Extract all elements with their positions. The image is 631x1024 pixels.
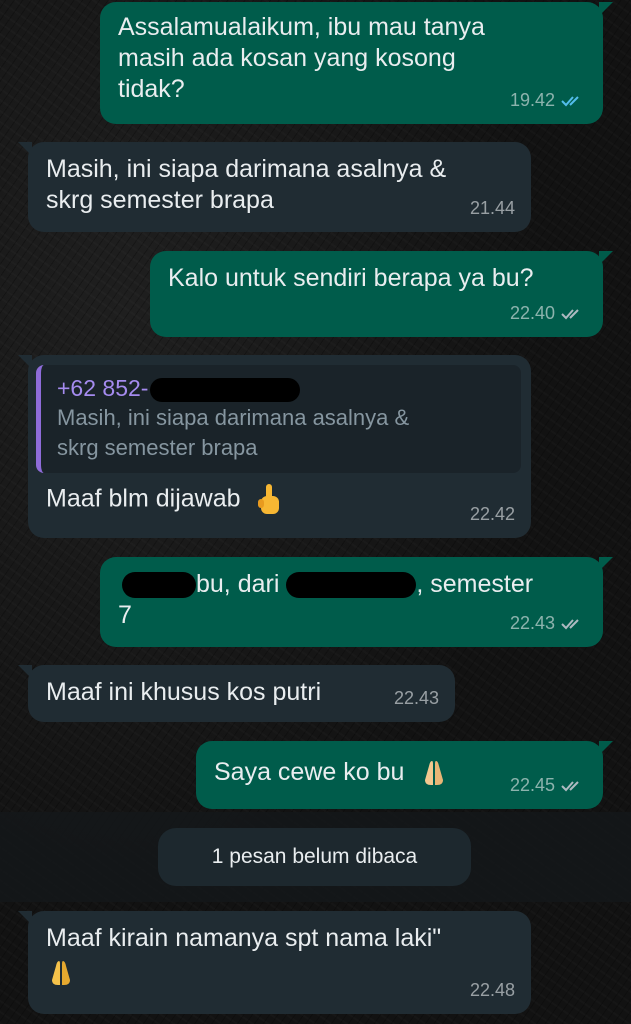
redaction [286, 572, 417, 599]
message-meta: 19.42 [510, 85, 587, 116]
message-meta: 22.40 [510, 298, 587, 329]
outgoing-message[interactable]: Assalamualaikum, ibu mau tanya masih ada… [100, 2, 613, 124]
message-time: 22.43 [393, 688, 439, 708]
message-time: 22.48 [469, 980, 515, 1000]
message-meta: 22.43 [394, 683, 439, 714]
message-meta: 22.42 [470, 499, 515, 530]
quoted-message[interactable]: +62 852- Masih, ini siapa darimana asaln… [36, 365, 521, 473]
message-text-line: skrg semester brapa [46, 186, 274, 214]
redaction [150, 377, 301, 402]
quoted-text-line: Masih, ini siapa darimana asalnya & [57, 405, 410, 430]
message-text: Maaf ini khusus kos putri [46, 678, 322, 706]
message-time: 19.42 [509, 90, 555, 110]
redaction [122, 572, 196, 599]
message-text-line: Assalamualaikum, ibu mau tanya [118, 13, 485, 41]
message-meta: 22.48 [470, 975, 515, 1006]
delivered-double-check-icon [561, 780, 579, 791]
message-text-line: Kalo untuk sendiri berapa ya bu? [168, 264, 534, 292]
incoming-message-with-reply[interactable]: +62 852- Masih, ini siapa darimana asaln… [18, 355, 531, 538]
message-text-line: bu, dari , semester [118, 569, 585, 600]
message-time: 22.43 [509, 613, 555, 633]
message-meta: 21.44 [470, 193, 515, 224]
message-meta: 22.45 [510, 770, 587, 801]
unread-messages-pill: 1 pesan belum dibaca [158, 828, 471, 886]
quoted-text-line: skrg semester brapa [57, 435, 258, 460]
message-text-line: Masih, ini siapa darimana asalnya & [46, 155, 447, 183]
folded-hands-icon [52, 961, 70, 985]
message-meta: 22.43 [510, 608, 587, 639]
read-double-check-icon [561, 95, 579, 106]
incoming-message[interactable]: Maaf kirain namanya spt nama laki" 22.48 [18, 911, 531, 1014]
pointing-up-hand-icon [258, 484, 280, 514]
delivered-double-check-icon [561, 308, 579, 319]
folded-hands-icon [425, 761, 444, 786]
message-time: 22.42 [469, 504, 515, 524]
incoming-message[interactable]: Masih, ini siapa darimana asalnya & skrg… [18, 142, 531, 232]
message-text-line: masih ada kosan yang kosong [118, 44, 456, 72]
message-time: 21.44 [469, 198, 515, 218]
message-time: 22.45 [509, 775, 555, 795]
message-time: 22.40 [509, 303, 555, 323]
quoted-sender: +62 852- [57, 373, 509, 403]
message-text: Maaf kirain namanya spt nama laki" [46, 924, 442, 952]
outgoing-message[interactable]: Kalo untuk sendiri berapa ya bu? 22.40 [150, 251, 613, 337]
unread-label: 1 pesan belum dibaca [211, 845, 418, 868]
incoming-message[interactable]: Maaf ini khusus kos putri 22.43 [18, 665, 455, 722]
message-text: Saya cewe ko bu [214, 758, 405, 786]
outgoing-message[interactable]: bu, dari , semester 7 22.43 [100, 557, 613, 647]
outgoing-message[interactable]: Saya cewe ko bu 22.45 [196, 741, 613, 809]
delivered-double-check-icon [561, 618, 579, 629]
message-text: Maaf blm dijawab [46, 484, 241, 513]
